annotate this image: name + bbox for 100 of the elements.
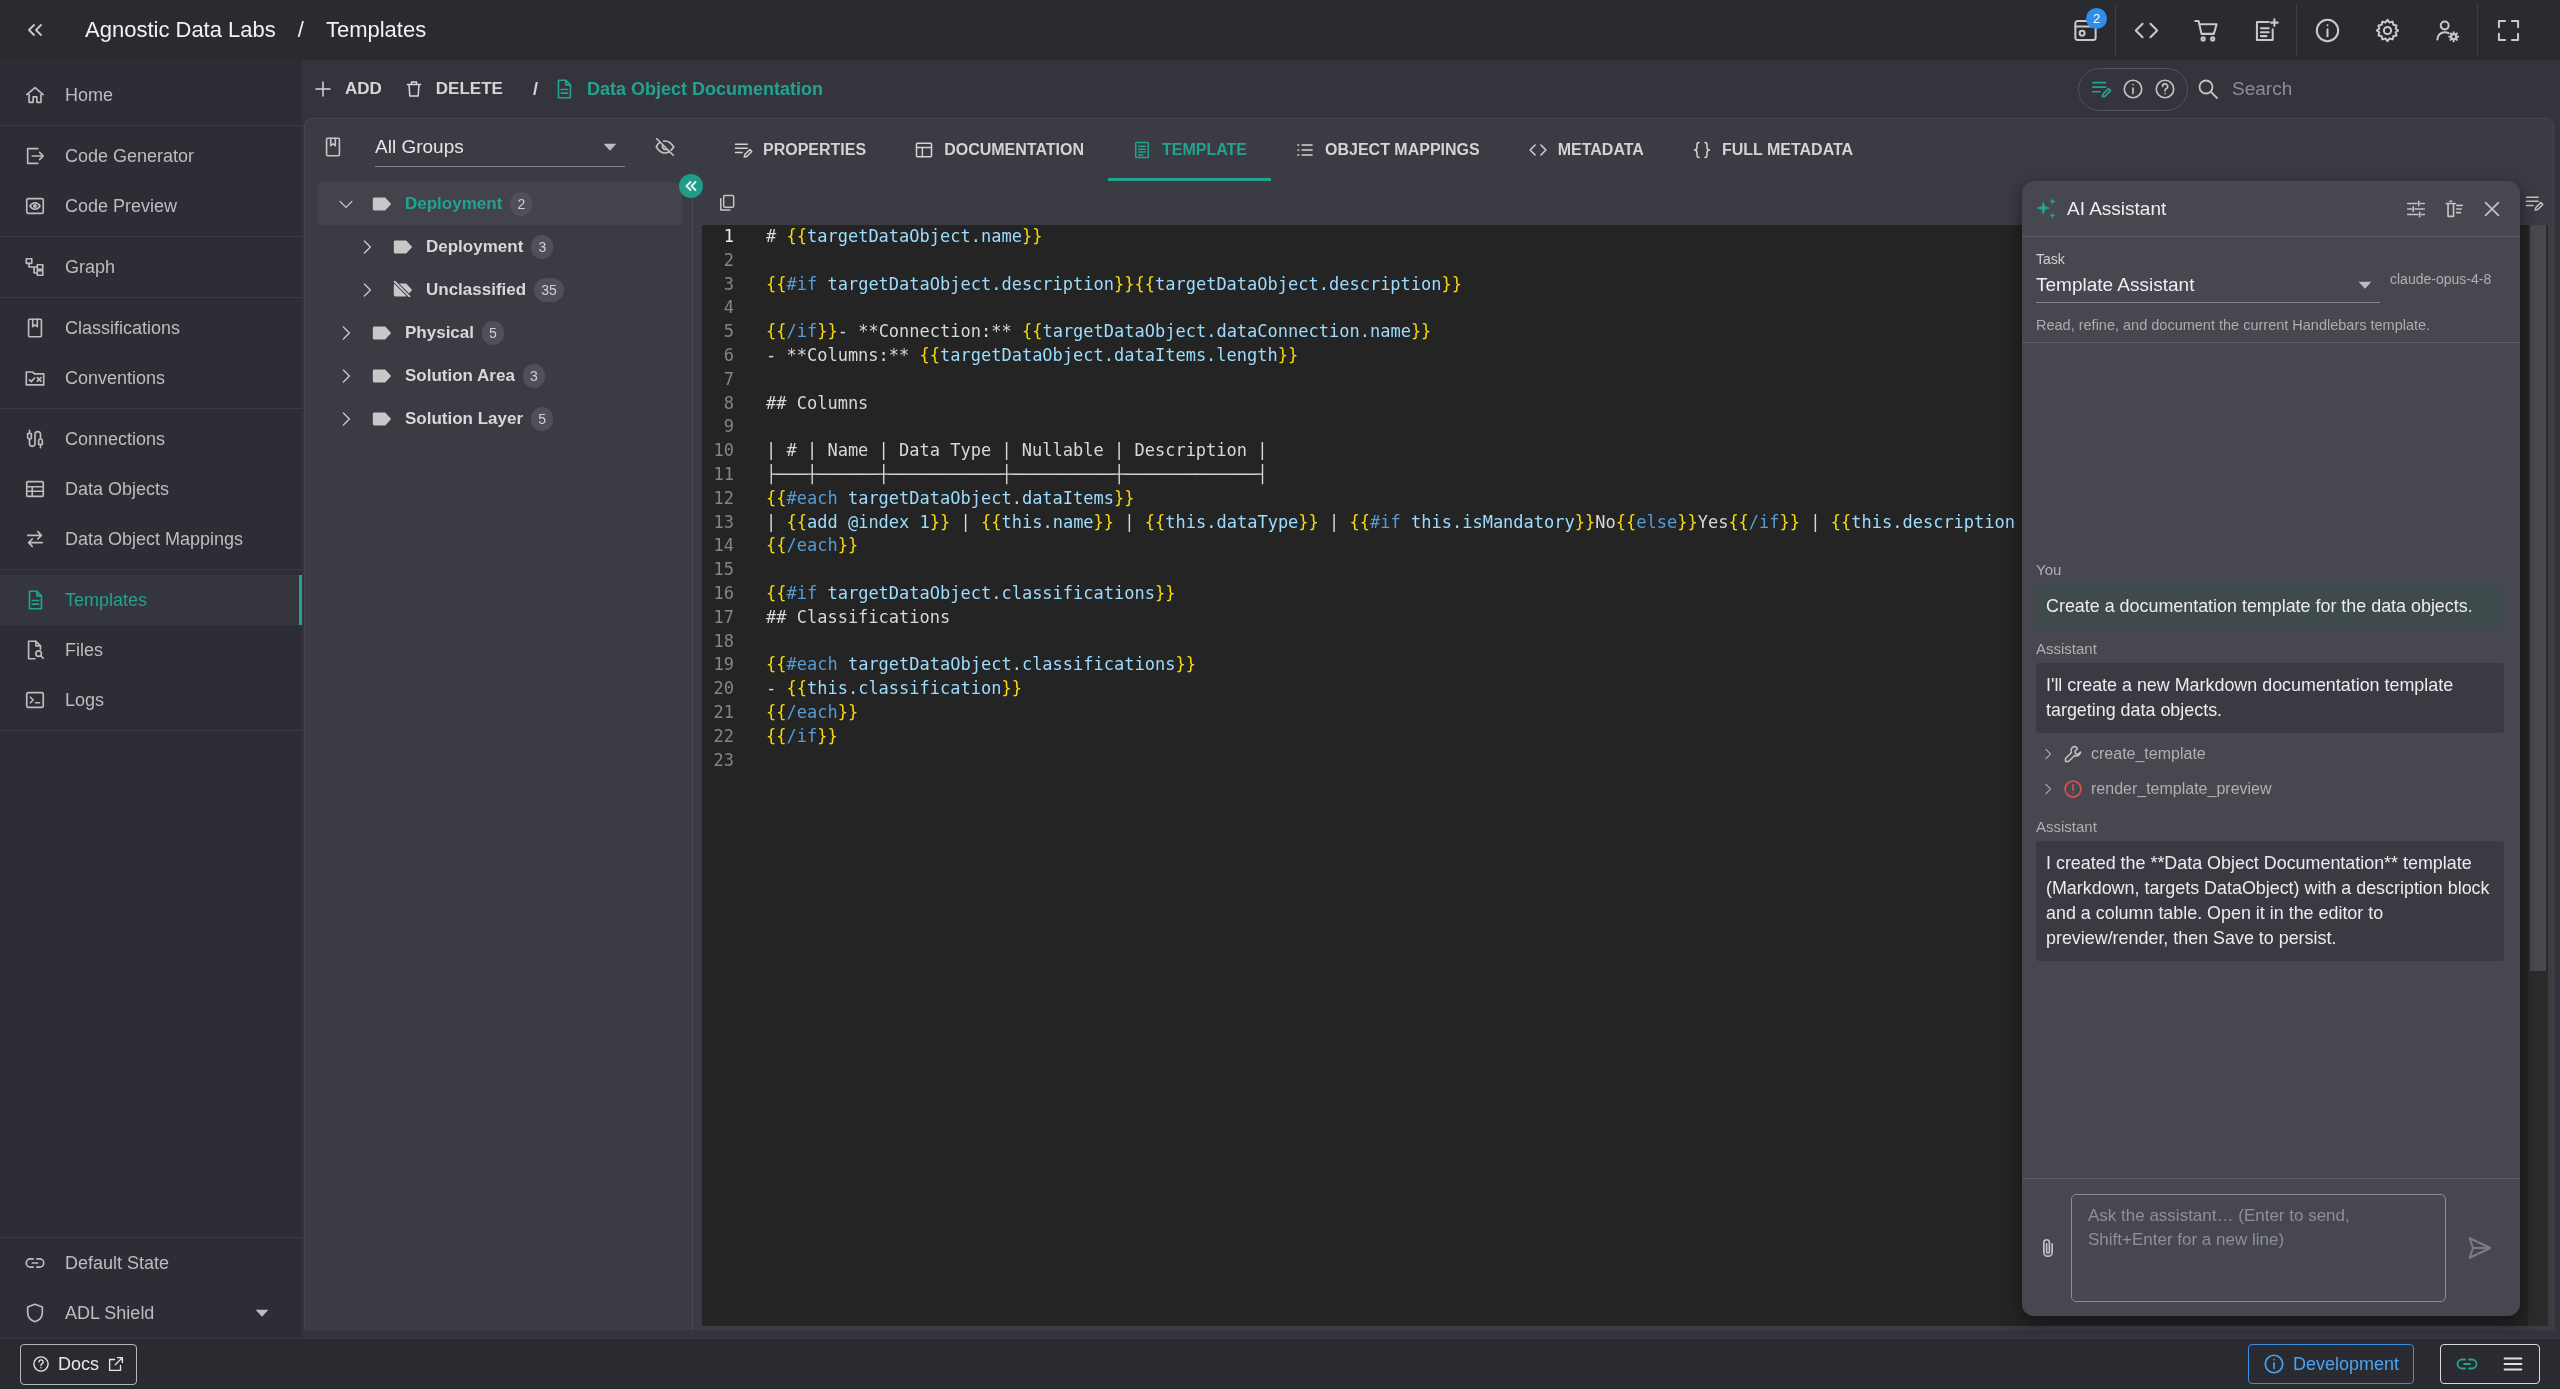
settings-icon[interactable] xyxy=(2373,16,2401,44)
delete-button[interactable]: DELETE xyxy=(403,79,503,99)
tag-off-icon xyxy=(392,278,414,301)
tree-item[interactable]: Deployment 2 xyxy=(317,182,682,225)
clear-list-icon[interactable] xyxy=(2443,197,2465,220)
tree-item[interactable]: Deployment 3 xyxy=(317,225,682,268)
line-number: 12 xyxy=(713,487,734,508)
docs-button[interactable]: Docs xyxy=(20,1343,137,1385)
code-line: {{/if}}- **Connection:** {{targetDataObject.dataConnection.name}} xyxy=(766,320,1432,344)
sidebar-item[interactable]: Conventions xyxy=(0,353,302,403)
field-label: Task xyxy=(2036,251,2065,267)
line-number: 16 xyxy=(713,582,734,603)
sidebar-item[interactable]: Data Objects xyxy=(0,464,302,514)
sidebar-item[interactable]: Files xyxy=(0,625,302,675)
message-author: Assistant xyxy=(2036,639,2097,657)
terminal-icon xyxy=(24,689,46,711)
sidebar-item[interactable]: Logs xyxy=(0,675,302,725)
sidebar-item[interactable]: Code Preview xyxy=(0,181,302,231)
line-number: 6 xyxy=(723,345,734,365)
sidebar-item[interactable]: Data Object Mappings xyxy=(0,514,302,564)
add-button[interactable]: ADD xyxy=(313,79,382,99)
code-line: {{/each}} xyxy=(766,700,859,724)
sidebar-item[interactable]: Code Generator xyxy=(0,131,302,181)
line-number: 18 xyxy=(713,630,734,651)
message-bubble: Create a documentation template for the data objects. xyxy=(2036,583,2504,629)
eye-off-icon[interactable] xyxy=(654,136,676,158)
graph-icon xyxy=(24,256,46,278)
count-badge: 3 xyxy=(522,363,545,388)
sidebar-item[interactable]: Default State xyxy=(0,1238,302,1288)
tab[interactable]: METADATA xyxy=(1503,119,1668,181)
external-link-icon xyxy=(107,1355,125,1373)
code-line: {{#if targetDataObject.classifications}} xyxy=(766,581,1176,605)
search-icon xyxy=(2196,77,2220,101)
plus-icon xyxy=(313,79,333,99)
tab[interactable]: OBJECT MAPPINGS xyxy=(1271,119,1504,181)
breadcrumb-separator: / xyxy=(532,78,538,100)
code-line: - {{this.classification}} xyxy=(766,677,1022,701)
line-number: 1 xyxy=(723,226,734,246)
code-line: {{#if targetDataObject.description}}{{targetDataObject.description}} xyxy=(766,272,1463,296)
tab[interactable]: TEMPLATE xyxy=(1108,119,1271,181)
copy-icon[interactable] xyxy=(717,193,737,213)
tree-item[interactable]: Physical 5 xyxy=(317,311,682,354)
tab[interactable]: FULL METADATA xyxy=(1667,119,1878,181)
breadcrumb-separator: / xyxy=(297,17,304,43)
count-badge: 5 xyxy=(482,320,504,345)
sidebar-item[interactable]: Connections xyxy=(0,414,302,464)
wrench-icon xyxy=(2063,744,2083,764)
edit-lines-icon[interactable] xyxy=(2524,193,2544,213)
line-number: 7 xyxy=(723,368,734,389)
sidebar-select[interactable]: ADL Shield xyxy=(0,1288,302,1338)
line-number: 21 xyxy=(713,701,734,722)
line-number: 4 xyxy=(723,297,734,318)
line-number: 11 xyxy=(713,463,734,484)
home-icon xyxy=(24,84,46,106)
info-icon[interactable] xyxy=(2313,16,2341,44)
task-description: Read, refine, and document the current Handlebars template. xyxy=(2036,317,2431,333)
layout-icon xyxy=(914,140,935,160)
message-bubble: I created the **Data Object Documentation** template (Markdown, targets DataObject) with a description block and a column table. Open it in the editor to preview/render, then Save to persist. xyxy=(2036,840,2504,961)
document-title: Data Object Documentation xyxy=(586,78,823,100)
swap-icon xyxy=(24,528,46,550)
sidebar-item[interactable]: Templates xyxy=(0,575,302,625)
search-field[interactable]: Search xyxy=(2232,78,2554,100)
code-line: {{#each targetDataObject.classifications}} xyxy=(766,653,1196,677)
help-icon xyxy=(32,1355,50,1373)
info-icon[interactable] xyxy=(2122,78,2144,100)
line-number: 20 xyxy=(713,678,734,699)
count-badge: 2 xyxy=(510,191,533,216)
sidebar-item[interactable]: Classifications xyxy=(0,303,302,353)
edit-lines-icon xyxy=(733,140,753,160)
task-select[interactable]: Template Assistant xyxy=(2036,267,2380,303)
line-number: 14 xyxy=(713,535,734,556)
tree-item[interactable]: Unclassified 35 xyxy=(317,268,682,311)
sidebar-item[interactable]: Graph xyxy=(0,242,302,292)
help-icon[interactable] xyxy=(2154,78,2176,100)
tool-call-item[interactable]: create_template xyxy=(2036,736,2272,772)
line-number: 13 xyxy=(713,511,734,532)
sidebar-item[interactable]: Home xyxy=(0,70,302,120)
shield-icon xyxy=(24,1302,46,1324)
tool-call-item[interactable]: render_template_preview xyxy=(2036,771,2272,807)
tab[interactable]: DOCUMENTATION xyxy=(890,119,1108,181)
environment-button[interactable]: Development xyxy=(2247,1344,2414,1384)
tree-item[interactable]: Solution Area 3 xyxy=(317,354,682,397)
message-input[interactable]: Ask the assistant… (Enter to send, Shift+Enter for a new line) xyxy=(2071,1193,2446,1302)
notification-badge: 2 xyxy=(2086,7,2107,29)
code-line: | # | Name | Data Type | Nullable | Description | xyxy=(766,439,1268,463)
sliders-icon[interactable] xyxy=(2405,197,2427,220)
tab[interactable]: PROPERTIES xyxy=(709,119,891,181)
message-author: Assistant xyxy=(2036,817,2097,835)
line-number: 10 xyxy=(713,440,734,461)
collapse-icon[interactable] xyxy=(679,174,703,198)
tree-item[interactable]: Solution Layer 5 xyxy=(317,397,682,440)
scrollbar[interactable] xyxy=(2528,225,2548,1326)
group-select[interactable]: All Groups xyxy=(375,127,625,167)
line-number: 3 xyxy=(723,273,734,294)
count-badge: 35 xyxy=(534,277,564,302)
model-name: claude-opus-4-8 xyxy=(2390,271,2492,287)
code-line: {{/each}} xyxy=(766,534,859,558)
code-line: | {{add @index 1}} | {{this.name}} | {{this.dataType}} | {{#if this.isMandatory}}No{{else}}Yes{{/if}} | {{this.description xyxy=(766,510,2016,534)
line-number: 17 xyxy=(713,606,734,627)
line-number: 2 xyxy=(723,249,734,270)
